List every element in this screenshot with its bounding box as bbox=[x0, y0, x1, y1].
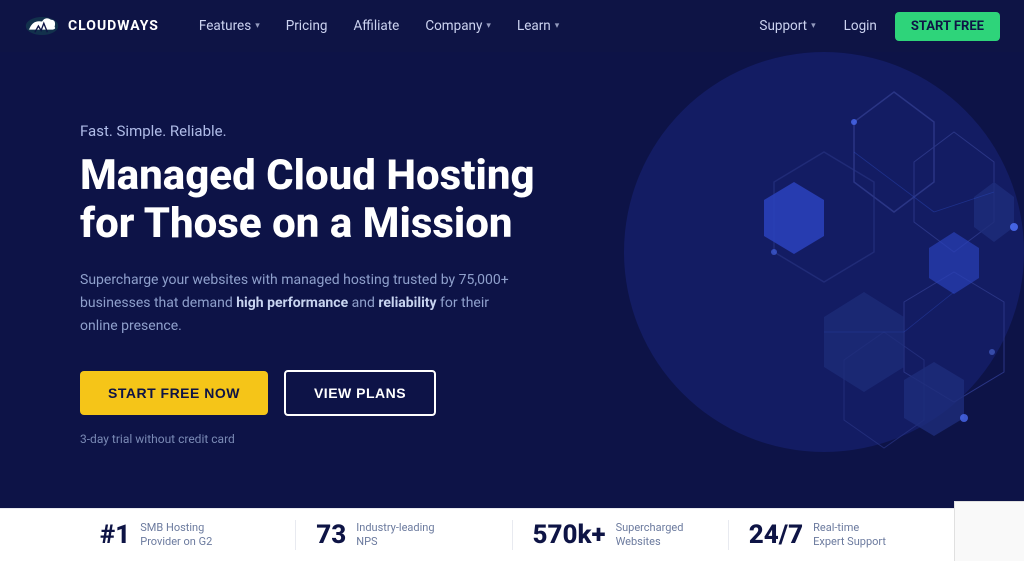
chevron-down-icon: ▾ bbox=[555, 21, 560, 31]
hero-title: Managed Cloud Hostingfor Those on a Miss… bbox=[80, 152, 535, 249]
logo[interactable]: CLOUDWAYS bbox=[24, 12, 159, 40]
hero-content: Fast. Simple. Reliable. Managed Cloud Ho… bbox=[0, 52, 535, 446]
stat-label-rank: SMB HostingProvider on G2 bbox=[140, 521, 212, 550]
trial-note: 3-day trial without credit card bbox=[80, 432, 535, 446]
stat-number-rank: #1 bbox=[100, 520, 130, 550]
chevron-down-icon: ▾ bbox=[486, 21, 491, 31]
login-button[interactable]: Login bbox=[832, 12, 889, 40]
view-plans-button[interactable]: VIEW PLANS bbox=[284, 370, 436, 416]
support-button[interactable]: Support ▾ bbox=[749, 12, 825, 40]
stat-label-websites: SuperchargedWebsites bbox=[616, 521, 684, 550]
stats-bar: #1 SMB HostingProvider on G2 73 Industry… bbox=[0, 508, 1024, 561]
nav-item-features[interactable]: Features ▾ bbox=[187, 12, 272, 40]
nav-right: Support ▾ Login START FREE bbox=[749, 12, 1000, 41]
stat-label-nps: Industry-leadingNPS bbox=[356, 521, 434, 550]
nav-item-learn[interactable]: Learn ▾ bbox=[505, 12, 571, 40]
hero-description: Supercharge your websites with managed h… bbox=[80, 269, 530, 338]
recaptcha-badge bbox=[954, 501, 1024, 561]
stat-label-support: Real-timeExpert Support bbox=[813, 521, 886, 550]
hero-decoration bbox=[504, 52, 1024, 508]
nav-links: Features ▾ Pricing Affiliate Company ▾ L… bbox=[187, 12, 750, 40]
stat-item-rank: #1 SMB HostingProvider on G2 bbox=[80, 520, 296, 550]
start-free-nav-button[interactable]: START FREE bbox=[895, 12, 1000, 41]
stat-item-nps: 73 Industry-leadingNPS bbox=[296, 520, 512, 550]
stat-item-websites: 570k+ SuperchargedWebsites bbox=[513, 520, 729, 550]
start-free-now-button[interactable]: START FREE NOW bbox=[80, 371, 268, 415]
stat-number-support: 24/7 bbox=[749, 520, 803, 550]
chevron-down-icon: ▾ bbox=[811, 21, 816, 31]
stat-item-support: 24/7 Real-timeExpert Support bbox=[729, 520, 944, 550]
logo-icon bbox=[24, 12, 60, 40]
navbar: CLOUDWAYS Features ▾ Pricing Affiliate C… bbox=[0, 0, 1024, 52]
nav-item-pricing[interactable]: Pricing bbox=[274, 12, 340, 40]
stat-number-websites: 570k+ bbox=[533, 520, 606, 550]
nav-item-company[interactable]: Company ▾ bbox=[413, 12, 503, 40]
nav-item-affiliate[interactable]: Affiliate bbox=[341, 12, 411, 40]
stat-number-nps: 73 bbox=[316, 520, 346, 550]
chevron-down-icon: ▾ bbox=[255, 21, 260, 31]
hero-subtitle: Fast. Simple. Reliable. bbox=[80, 122, 535, 140]
hero-buttons: START FREE NOW VIEW PLANS bbox=[80, 370, 535, 416]
hero-section: Fast. Simple. Reliable. Managed Cloud Ho… bbox=[0, 52, 1024, 508]
logo-text: CLOUDWAYS bbox=[68, 18, 159, 34]
